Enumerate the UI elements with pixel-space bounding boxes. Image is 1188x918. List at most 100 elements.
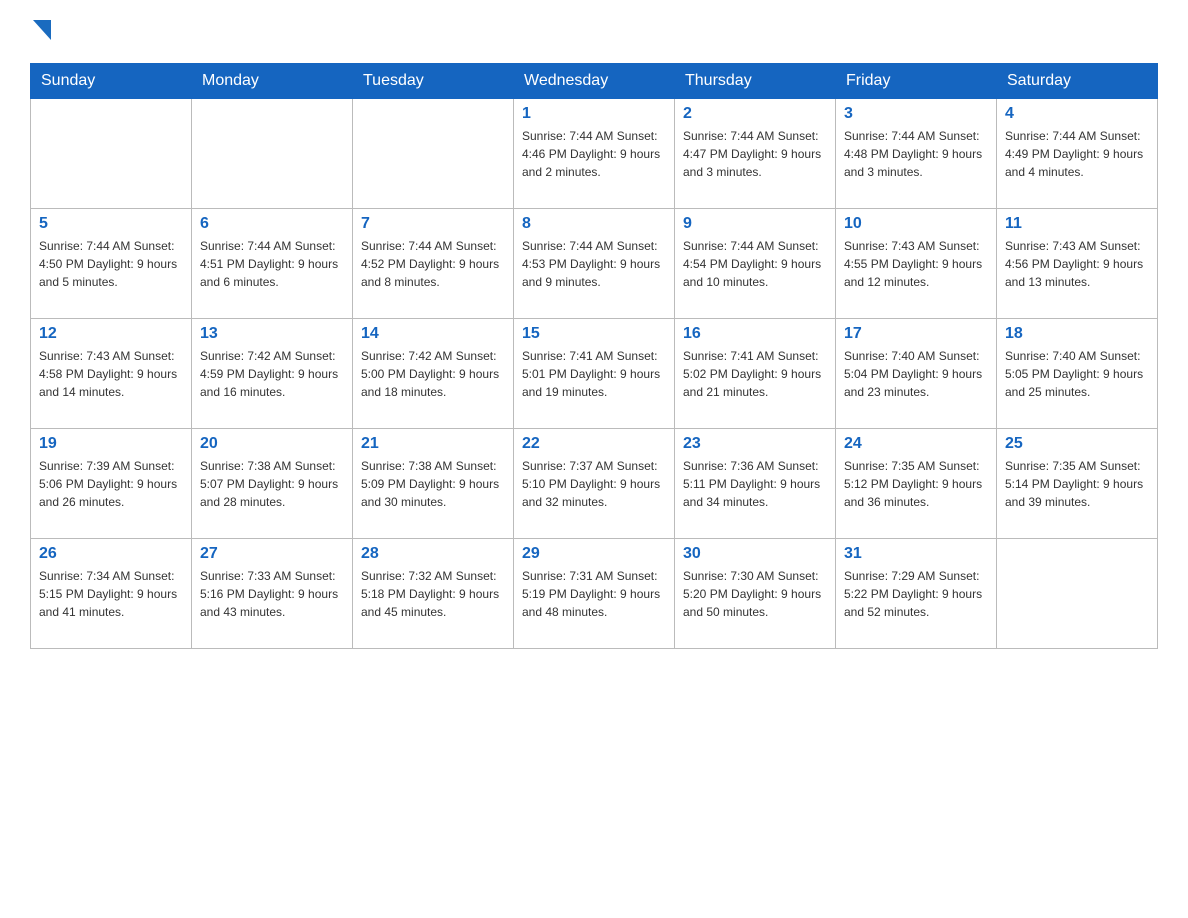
calendar-cell: 1Sunrise: 7:44 AM Sunset: 4:46 PM Daylig… bbox=[514, 99, 675, 209]
day-number: 20 bbox=[200, 435, 344, 453]
day-number: 5 bbox=[39, 215, 183, 233]
calendar-cell: 31Sunrise: 7:29 AM Sunset: 5:22 PM Dayli… bbox=[836, 539, 997, 649]
logo bbox=[30, 20, 51, 45]
day-info: Sunrise: 7:37 AM Sunset: 5:10 PM Dayligh… bbox=[522, 457, 666, 511]
calendar-cell: 20 Sunrise: 7:38 AM Sunset: 5:07 PM Dayli… bbox=[192, 429, 353, 539]
day-number: 27 bbox=[200, 545, 344, 563]
day-number: 6 bbox=[200, 215, 344, 233]
calendar-cell: 26 Sunrise: 7:34 AM Sunset: 5:15 PM Dayli… bbox=[31, 539, 192, 649]
weekday-header-tuesday: Tuesday bbox=[353, 64, 514, 99]
weekday-header-wednesday: Wednesday bbox=[514, 64, 675, 99]
calendar-cell: 2 Sunrise: 7:44 AM Sunset: 4:47 PM Daylig… bbox=[675, 99, 836, 209]
calendar-cell: 6Sunrise: 7:44 AM Sunset: 4:51 PM Daylig… bbox=[192, 209, 353, 319]
day-number: 29 bbox=[522, 545, 666, 563]
calendar-cell bbox=[192, 99, 353, 209]
calendar-cell: 22 Sunrise: 7:37 AM Sunset: 5:10 PM Dayli… bbox=[514, 429, 675, 539]
day-number: 9 bbox=[683, 215, 827, 233]
day-info: Sunrise: 7:44 AM Sunset: 4:49 PM Dayligh… bbox=[1005, 127, 1149, 181]
calendar-cell: 9 Sunrise: 7:44 AM Sunset: 4:54 PM Daylig… bbox=[675, 209, 836, 319]
day-info: Sunrise: 7:36 AM Sunset: 5:11 PM Dayligh… bbox=[683, 457, 827, 511]
day-info: Sunrise: 7:42 AM Sunset: 5:00 PM Dayligh… bbox=[361, 347, 505, 401]
calendar-cell: 18 Sunrise: 7:40 AM Sunset: 5:05 PM Dayli… bbox=[997, 319, 1158, 429]
day-info: Sunrise: 7:43 AM Sunset: 4:56 PM Dayligh… bbox=[1005, 237, 1149, 291]
calendar-cell: 15 Sunrise: 7:41 AM Sunset: 5:01 PM Dayli… bbox=[514, 319, 675, 429]
calendar-cell: 28 Sunrise: 7:32 AM Sunset: 5:18 PM Dayli… bbox=[353, 539, 514, 649]
day-info: Sunrise: 7:33 AM Sunset: 5:16 PM Dayligh… bbox=[200, 567, 344, 621]
calendar-week-row: 1Sunrise: 7:44 AM Sunset: 4:46 PM Daylig… bbox=[31, 99, 1158, 209]
weekday-header-saturday: Saturday bbox=[997, 64, 1158, 99]
calendar-week-row: 26 Sunrise: 7:34 AM Sunset: 5:15 PM Dayli… bbox=[31, 539, 1158, 649]
calendar-body: 1Sunrise: 7:44 AM Sunset: 4:46 PM Daylig… bbox=[31, 99, 1158, 649]
calendar-week-row: 12 Sunrise: 7:43 AM Sunset: 4:58 PM Dayli… bbox=[31, 319, 1158, 429]
day-info: Sunrise: 7:38 AM Sunset: 5:07 PM Dayligh… bbox=[200, 457, 344, 511]
day-number: 17 bbox=[844, 325, 988, 343]
day-info: Sunrise: 7:34 AM Sunset: 5:15 PM Dayligh… bbox=[39, 567, 183, 621]
day-info: Sunrise: 7:30 AM Sunset: 5:20 PM Dayligh… bbox=[683, 567, 827, 621]
calendar-header: SundayMondayTuesdayWednesdayThursdayFrid… bbox=[31, 64, 1158, 99]
calendar-cell: 13 Sunrise: 7:42 AM Sunset: 4:59 PM Dayli… bbox=[192, 319, 353, 429]
day-number: 25 bbox=[1005, 435, 1149, 453]
page: SundayMondayTuesdayWednesdayThursdayFrid… bbox=[0, 0, 1188, 918]
logo-arrow-icon bbox=[33, 20, 51, 45]
day-number: 22 bbox=[522, 435, 666, 453]
weekday-header-row: SundayMondayTuesdayWednesdayThursdayFrid… bbox=[31, 64, 1158, 99]
day-info: Sunrise: 7:35 AM Sunset: 5:12 PM Dayligh… bbox=[844, 457, 988, 511]
day-info: Sunrise: 7:40 AM Sunset: 5:04 PM Dayligh… bbox=[844, 347, 988, 401]
day-number: 14 bbox=[361, 325, 505, 343]
day-number: 2 bbox=[683, 105, 827, 123]
day-number: 15 bbox=[522, 325, 666, 343]
weekday-header-friday: Friday bbox=[836, 64, 997, 99]
calendar-cell: 4Sunrise: 7:44 AM Sunset: 4:49 PM Daylig… bbox=[997, 99, 1158, 209]
day-number: 21 bbox=[361, 435, 505, 453]
calendar-cell: 25Sunrise: 7:35 AM Sunset: 5:14 PM Dayli… bbox=[997, 429, 1158, 539]
calendar-week-row: 5 Sunrise: 7:44 AM Sunset: 4:50 PM Daylig… bbox=[31, 209, 1158, 319]
day-number: 16 bbox=[683, 325, 827, 343]
day-number: 28 bbox=[361, 545, 505, 563]
day-info: Sunrise: 7:40 AM Sunset: 5:05 PM Dayligh… bbox=[1005, 347, 1149, 401]
calendar-cell: 19Sunrise: 7:39 AM Sunset: 5:06 PM Dayli… bbox=[31, 429, 192, 539]
day-info: Sunrise: 7:44 AM Sunset: 4:50 PM Dayligh… bbox=[39, 237, 183, 291]
calendar-cell: 14 Sunrise: 7:42 AM Sunset: 5:00 PM Dayli… bbox=[353, 319, 514, 429]
calendar-cell bbox=[31, 99, 192, 209]
day-info: Sunrise: 7:38 AM Sunset: 5:09 PM Dayligh… bbox=[361, 457, 505, 511]
day-info: Sunrise: 7:41 AM Sunset: 5:02 PM Dayligh… bbox=[683, 347, 827, 401]
day-info: Sunrise: 7:39 AM Sunset: 5:06 PM Dayligh… bbox=[39, 457, 183, 511]
day-info: Sunrise: 7:44 AM Sunset: 4:54 PM Dayligh… bbox=[683, 237, 827, 291]
calendar-cell: 10Sunrise: 7:43 AM Sunset: 4:55 PM Dayli… bbox=[836, 209, 997, 319]
day-info: Sunrise: 7:29 AM Sunset: 5:22 PM Dayligh… bbox=[844, 567, 988, 621]
day-number: 30 bbox=[683, 545, 827, 563]
calendar-cell: 17 Sunrise: 7:40 AM Sunset: 5:04 PM Dayli… bbox=[836, 319, 997, 429]
calendar-cell: 12 Sunrise: 7:43 AM Sunset: 4:58 PM Dayli… bbox=[31, 319, 192, 429]
weekday-header-thursday: Thursday bbox=[675, 64, 836, 99]
day-number: 24 bbox=[844, 435, 988, 453]
calendar-cell: 30 Sunrise: 7:30 AM Sunset: 5:20 PM Dayli… bbox=[675, 539, 836, 649]
calendar-cell: 8Sunrise: 7:44 AM Sunset: 4:53 PM Daylig… bbox=[514, 209, 675, 319]
day-info: Sunrise: 7:44 AM Sunset: 4:47 PM Dayligh… bbox=[683, 127, 827, 181]
day-info: Sunrise: 7:42 AM Sunset: 4:59 PM Dayligh… bbox=[200, 347, 344, 401]
day-number: 13 bbox=[200, 325, 344, 343]
calendar-cell: 3 Sunrise: 7:44 AM Sunset: 4:48 PM Daylig… bbox=[836, 99, 997, 209]
day-number: 11 bbox=[1005, 215, 1149, 233]
day-info: Sunrise: 7:44 AM Sunset: 4:48 PM Dayligh… bbox=[844, 127, 988, 181]
calendar-table: SundayMondayTuesdayWednesdayThursdayFrid… bbox=[30, 63, 1158, 649]
day-number: 12 bbox=[39, 325, 183, 343]
weekday-header-sunday: Sunday bbox=[31, 64, 192, 99]
calendar-cell: 7Sunrise: 7:44 AM Sunset: 4:52 PM Daylig… bbox=[353, 209, 514, 319]
day-info: Sunrise: 7:44 AM Sunset: 4:53 PM Dayligh… bbox=[522, 237, 666, 291]
day-info: Sunrise: 7:41 AM Sunset: 5:01 PM Dayligh… bbox=[522, 347, 666, 401]
day-number: 23 bbox=[683, 435, 827, 453]
day-info: Sunrise: 7:43 AM Sunset: 4:55 PM Dayligh… bbox=[844, 237, 988, 291]
day-number: 18 bbox=[1005, 325, 1149, 343]
day-info: Sunrise: 7:32 AM Sunset: 5:18 PM Dayligh… bbox=[361, 567, 505, 621]
day-info: Sunrise: 7:43 AM Sunset: 4:58 PM Dayligh… bbox=[39, 347, 183, 401]
day-number: 26 bbox=[39, 545, 183, 563]
calendar-cell: 21 Sunrise: 7:38 AM Sunset: 5:09 PM Dayli… bbox=[353, 429, 514, 539]
calendar-cell bbox=[353, 99, 514, 209]
calendar-cell: 27 Sunrise: 7:33 AM Sunset: 5:16 PM Dayli… bbox=[192, 539, 353, 649]
day-number: 3 bbox=[844, 105, 988, 123]
calendar-cell: 11 Sunrise: 7:43 AM Sunset: 4:56 PM Dayli… bbox=[997, 209, 1158, 319]
day-info: Sunrise: 7:31 AM Sunset: 5:19 PM Dayligh… bbox=[522, 567, 666, 621]
weekday-header-monday: Monday bbox=[192, 64, 353, 99]
calendar-cell: 29 Sunrise: 7:31 AM Sunset: 5:19 PM Dayli… bbox=[514, 539, 675, 649]
calendar-cell: 24 Sunrise: 7:35 AM Sunset: 5:12 PM Dayli… bbox=[836, 429, 997, 539]
